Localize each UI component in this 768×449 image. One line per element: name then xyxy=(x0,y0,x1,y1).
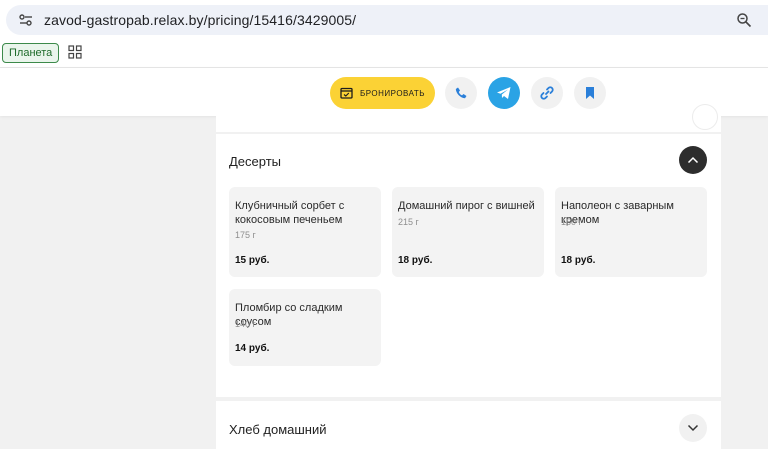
book-button[interactable]: БРОНИРОВАТЬ xyxy=(330,77,435,109)
menu-item-card[interactable]: Домашний пирог с вишней 215 г 18 руб. xyxy=(392,187,544,277)
previous-section-toggle[interactable] xyxy=(692,104,718,130)
menu-item-card[interactable]: Клубничный сорбет с кокосовым печеньем 1… xyxy=(229,187,381,277)
telegram-icon xyxy=(497,87,511,99)
address-bar[interactable]: zavod-gastropab.relax.by/pricing/15416/3… xyxy=(6,5,768,35)
chevron-down-icon xyxy=(687,424,699,432)
menu-item-name: Пломбир со сладким соусом xyxy=(235,302,343,328)
section-title: Десерты xyxy=(229,154,282,169)
link-button[interactable] xyxy=(531,77,563,109)
menu-item-price: 15 руб. xyxy=(235,255,270,266)
menu-item-price: 18 руб. xyxy=(561,255,596,266)
action-bar: БРОНИРОВАТЬ xyxy=(0,68,768,116)
bookmark-icon xyxy=(586,87,594,99)
link-icon xyxy=(540,86,554,100)
menu-item-weight: 150 г xyxy=(561,217,582,227)
menu-item-weight: 140 г xyxy=(235,319,256,329)
bookmark-planeta[interactable]: Планета xyxy=(2,43,60,63)
menu-item-card[interactable]: Наполеон с заварным кремом 150 г 18 руб. xyxy=(555,187,707,277)
site-settings-icon[interactable] xyxy=(18,12,34,28)
menu-item-price: 18 руб. xyxy=(398,255,433,266)
menu-section-desserts: Десерты Клубничный сорбет с кокосовым пе… xyxy=(216,134,721,397)
menu-item-name: Клубничный сорбет с кокосовым печеньем xyxy=(235,200,345,226)
menu-section-bread: Хлеб домашний xyxy=(216,401,721,449)
menu-item-weight: 175 г xyxy=(235,230,256,240)
collapse-section-button[interactable] xyxy=(679,146,707,174)
chevron-up-icon xyxy=(687,156,699,164)
phone-button[interactable] xyxy=(445,77,477,109)
browser-toolbar: zavod-gastropab.relax.by/pricing/15416/3… xyxy=(0,0,768,40)
apps-grid-icon[interactable] xyxy=(68,45,82,59)
menu-item-card[interactable]: Пломбир со сладким соусом 140 г 14 руб. xyxy=(229,289,381,366)
menu-item-name: Наполеон с заварным кремом xyxy=(561,200,674,226)
calendar-icon xyxy=(340,87,353,99)
zoom-icon[interactable] xyxy=(736,12,752,28)
section-title: Хлеб домашний xyxy=(229,422,327,437)
menu-item-weight: 215 г xyxy=(398,217,419,227)
previous-section-bottom xyxy=(216,104,721,132)
menu-item-price: 14 руб. xyxy=(235,343,270,354)
book-button-label: БРОНИРОВАТЬ xyxy=(360,88,425,98)
bookmark-button[interactable] xyxy=(574,77,606,109)
telegram-button[interactable] xyxy=(488,77,520,109)
expand-section-button[interactable] xyxy=(679,414,707,442)
url-text[interactable]: zavod-gastropab.relax.by/pricing/15416/3… xyxy=(44,12,356,28)
bookmarks-bar: Планета xyxy=(0,40,768,68)
menu-item-name: Домашний пирог с вишней xyxy=(398,200,535,212)
phone-icon xyxy=(455,87,467,99)
